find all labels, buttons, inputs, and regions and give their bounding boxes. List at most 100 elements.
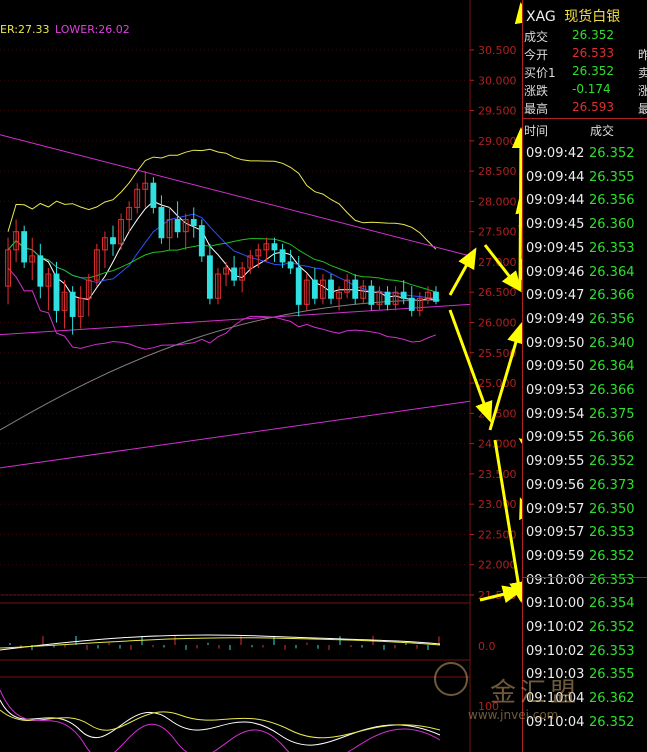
candle-body	[287, 261, 294, 269]
tick-time: 09:09:55	[526, 454, 585, 470]
tick-price: 26.362	[589, 691, 635, 707]
tick-time: 09:09:50	[526, 359, 585, 375]
tick-price: 26.356	[589, 311, 635, 327]
candle-body	[110, 237, 116, 245]
tick-price: 26.353	[589, 643, 635, 659]
tick-time: 09:09:46	[526, 264, 585, 280]
tick-time: 09:09:55	[526, 430, 585, 446]
tick-price: 26.355	[589, 667, 635, 683]
ticks-separator	[523, 577, 647, 578]
annotation-arrow	[448, 247, 477, 296]
sub-axis-label: 0.0	[478, 640, 496, 653]
instrument-name: 现货白银	[564, 9, 621, 25]
tick-time: 09:09:42	[526, 146, 585, 161]
watermark: 金汇盟 www.jnvei.com	[428, 654, 578, 734]
tick-time: 09:09:57	[526, 501, 585, 517]
lower-band-label: LOWER:26.02	[55, 23, 130, 36]
price-axis: 30.500 30.000 29.500 29.000 28.500 28.000 27.5…	[470, 44, 517, 713]
candle-body	[231, 267, 238, 281]
candle-body	[206, 255, 213, 299]
tick-time: 09:09:44	[526, 193, 585, 209]
chart-grid	[0, 0, 471, 752]
upper-band-line	[7, 148, 437, 250]
quote-label: 成交	[524, 30, 549, 44]
candle-body	[368, 285, 375, 305]
symbol: XAG	[526, 9, 556, 25]
quote-value: 26.593	[572, 100, 614, 114]
candle-body	[198, 225, 205, 257]
tick-price: 26.356	[589, 193, 635, 209]
quote-value: -0.174	[572, 82, 611, 96]
tick-price: 26.373	[589, 477, 635, 493]
quote-value: 26.533	[572, 46, 614, 60]
tick-price: 26.352	[589, 146, 635, 161]
y-tick-label: 26.000	[478, 317, 517, 330]
tick-price: 26.354	[589, 596, 635, 612]
upper-band-label: ER:27.33	[0, 23, 50, 36]
quote-label: 涨跌	[524, 84, 549, 98]
quote-label: 买价1	[524, 66, 556, 80]
quote-side-label: 昨	[638, 48, 647, 62]
quote-label: 今开	[524, 48, 549, 62]
tick-time: 09:10:02	[526, 620, 585, 635]
candle-body	[174, 219, 181, 233]
annotation-arrow	[511, 127, 522, 291]
y-tick-label: 29.000	[478, 135, 517, 148]
candle-body	[352, 279, 359, 299]
tick-time: 09:09:47	[526, 288, 585, 304]
tick-time: 09:09:53	[526, 383, 585, 398]
tick-time: 09:09:50	[526, 335, 585, 351]
candle-body	[150, 182, 157, 208]
quote-value: 26.352	[572, 64, 614, 78]
y-tick-label: 29.500	[478, 105, 517, 118]
tick-time: 09:09:45	[526, 217, 585, 233]
tick-price: 26.355	[589, 169, 635, 185]
tick-price: 26.352	[589, 548, 635, 564]
price-chart: 30.500 30.000 29.500 29.000 28.500 28.000 27.5…	[0, 0, 522, 752]
quote-side-label: 卖	[638, 66, 647, 80]
y-tick-label: 23.500	[478, 468, 517, 481]
candle-body	[69, 291, 76, 317]
candle-body	[190, 219, 197, 227]
quote-side-label: 涨	[638, 84, 647, 98]
tick-price: 26.352	[589, 454, 635, 470]
tick-price: 26.353	[589, 572, 635, 588]
candle-body	[271, 243, 278, 251]
macd-dif-line	[0, 634, 441, 651]
tick-price: 26.353	[589, 240, 635, 256]
tick-price: 26.366	[589, 288, 635, 304]
y-tick-label: 22.000	[478, 559, 517, 572]
tick-price: 26.366	[589, 383, 635, 398]
tick-price: 26.340	[589, 335, 635, 351]
candle-body	[433, 291, 439, 302]
tick-price: 26.366	[589, 430, 635, 446]
candle-body	[408, 297, 415, 311]
y-tick-label: 26.500	[478, 286, 517, 299]
tick-time: 09:09:45	[526, 240, 585, 256]
sub-indicators	[0, 634, 441, 752]
tick-time: 09:09:54	[526, 406, 585, 422]
candle-body	[37, 255, 44, 287]
y-tick-label: 23.000	[478, 498, 517, 511]
tick-time: 09:09:57	[526, 525, 585, 541]
kdj-k-line	[0, 699, 441, 746]
tick-price: 26.350	[589, 501, 635, 517]
tick-time: 09:09:56	[526, 477, 585, 493]
quote-value: 26.352	[572, 28, 614, 42]
kdj-d-line	[0, 709, 441, 739]
watermark-brand: 金汇盟	[490, 678, 581, 708]
quote-title: XAG 现货白银	[526, 6, 620, 26]
y-tick-label: 25.000	[478, 377, 517, 390]
candle-body	[295, 267, 302, 305]
candle-body	[279, 249, 286, 263]
ma-long-line	[0, 299, 441, 431]
quote-side-label: 最	[638, 102, 647, 116]
candle-body	[311, 279, 318, 299]
candle-body	[328, 279, 334, 299]
resistance-trendline	[0, 134, 471, 257]
tick-time: 09:09:59	[526, 548, 585, 564]
tick-time: 09:10:00	[526, 596, 585, 612]
candle-body	[384, 291, 391, 305]
tick-price: 26.353	[589, 525, 635, 541]
tick-time: 09:09:44	[526, 169, 585, 185]
